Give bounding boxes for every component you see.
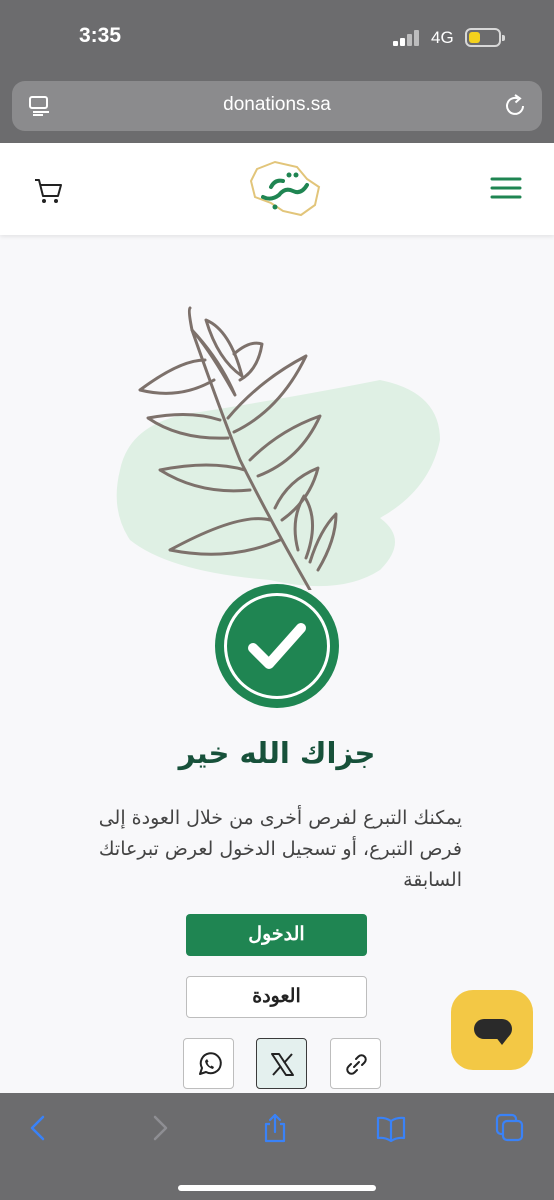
whatsapp-icon xyxy=(199,1052,222,1075)
bookmarks-icon[interactable] xyxy=(376,1113,406,1143)
reload-icon[interactable] xyxy=(504,93,528,119)
link-icon xyxy=(346,1054,367,1075)
home-indicator xyxy=(178,1185,376,1191)
site-header xyxy=(0,143,554,235)
confirmation-message: يمكنك التبرع لفرص أخرى من خلال العودة إل… xyxy=(98,807,462,891)
success-check-icon xyxy=(215,584,339,708)
forward-chevron-icon[interactable] xyxy=(144,1113,174,1143)
x-icon xyxy=(271,1053,294,1076)
site-logo[interactable] xyxy=(245,157,325,221)
url-text[interactable]: donations.sa xyxy=(12,94,542,116)
share-x-button[interactable] xyxy=(256,1038,307,1089)
chat-button[interactable] xyxy=(451,990,533,1070)
browser-toolbar xyxy=(0,1093,554,1200)
network-type: 4G xyxy=(431,28,454,47)
share-icon[interactable] xyxy=(260,1113,290,1143)
back-button[interactable]: العودة xyxy=(186,976,367,1018)
browser-chrome: 3:35 4G donations.sa xyxy=(0,0,554,143)
cart-icon[interactable] xyxy=(33,176,63,206)
tabs-icon[interactable] xyxy=(495,1113,525,1143)
address-bar[interactable]: donations.sa xyxy=(12,81,542,131)
olive-branch-illustration xyxy=(116,306,441,590)
share-link-button[interactable] xyxy=(330,1038,381,1089)
back-chevron-icon[interactable] xyxy=(24,1113,54,1143)
thanks-title: جزاك الله خير xyxy=(178,736,376,770)
signal-icon xyxy=(393,29,423,46)
menu-icon[interactable] xyxy=(490,176,522,200)
battery-icon xyxy=(465,28,505,47)
share-whatsapp-button[interactable] xyxy=(183,1038,234,1089)
login-button[interactable]: الدخول xyxy=(186,914,367,956)
status-time: 3:35 xyxy=(79,24,122,47)
